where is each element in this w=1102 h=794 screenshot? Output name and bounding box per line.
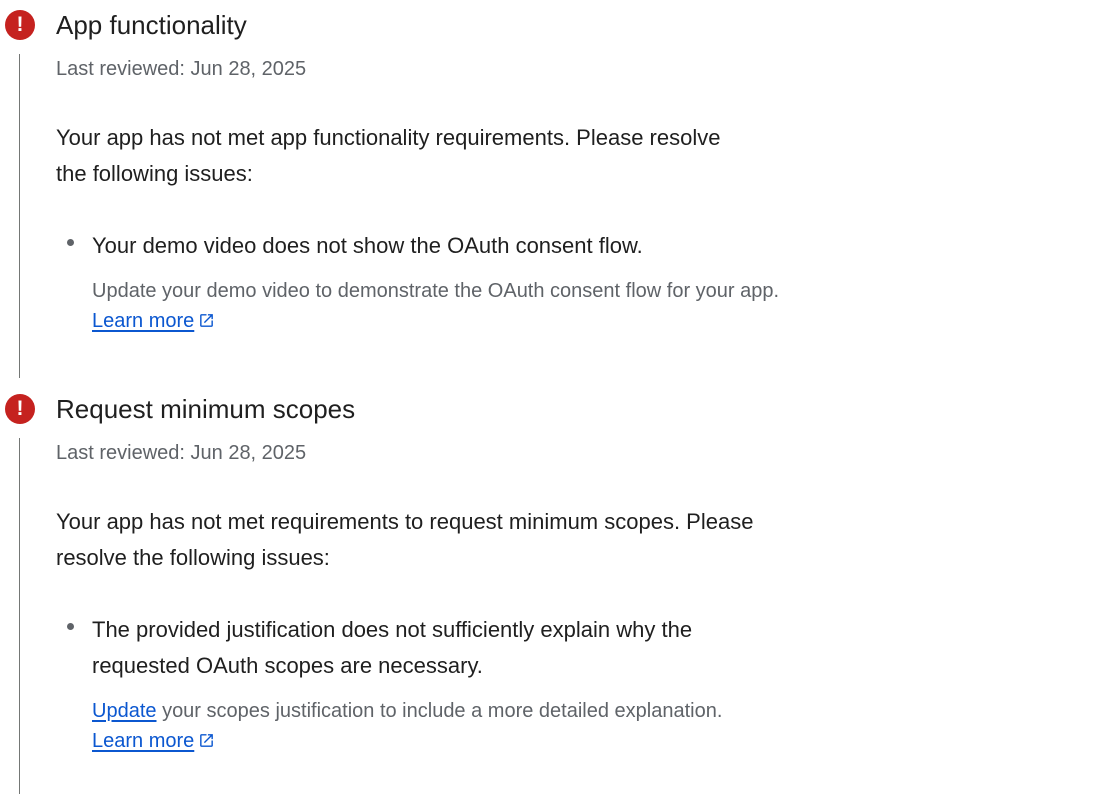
- section-title: Request minimum scopes: [56, 394, 356, 424]
- issue-help-text: Update your scopes justification to incl…: [92, 696, 782, 758]
- bullet-icon: [67, 239, 74, 246]
- bullet-icon: [67, 623, 74, 630]
- issue-help-body: Update your demo video to demonstrate th…: [92, 280, 780, 302]
- last-reviewed-date: Last reviewed: Jun 28, 2025: [56, 58, 307, 80]
- issue-title: Your demo video does not show the OAuth …: [92, 233, 643, 258]
- issue-help-text: Update your demo video to demonstrate th…: [92, 276, 782, 338]
- open-in-new-icon[interactable]: [198, 728, 215, 758]
- open-in-new-icon[interactable]: [198, 308, 215, 338]
- update-link[interactable]: Update: [92, 700, 157, 722]
- learn-more-label: Learn more: [92, 730, 195, 752]
- app-functionality-section: ! App functionality Last reviewed: Jun 2…: [0, 0, 1102, 380]
- error-icon: !: [5, 10, 35, 40]
- request-minimum-scopes-section: ! Request minimum scopes Last reviewed: …: [0, 384, 1102, 794]
- last-reviewed-date: Last reviewed: Jun 28, 2025: [56, 442, 307, 464]
- learn-more-label: Learn more: [92, 310, 195, 332]
- issue-help-body: your scopes justification to include a m…: [162, 700, 723, 722]
- error-icon: !: [5, 394, 35, 424]
- timeline-divider: [19, 438, 20, 794]
- section-description: Your app has not met app functionality r…: [56, 125, 721, 186]
- learn-more-link[interactable]: Learn more: [92, 730, 194, 752]
- learn-more-link[interactable]: Learn more: [92, 310, 194, 332]
- section-title: App functionality: [56, 10, 247, 40]
- issue-title: The provided justification does not suff…: [92, 617, 693, 678]
- timeline-divider: [19, 54, 20, 378]
- section-description: Your app has not met requirements to req…: [56, 509, 754, 570]
